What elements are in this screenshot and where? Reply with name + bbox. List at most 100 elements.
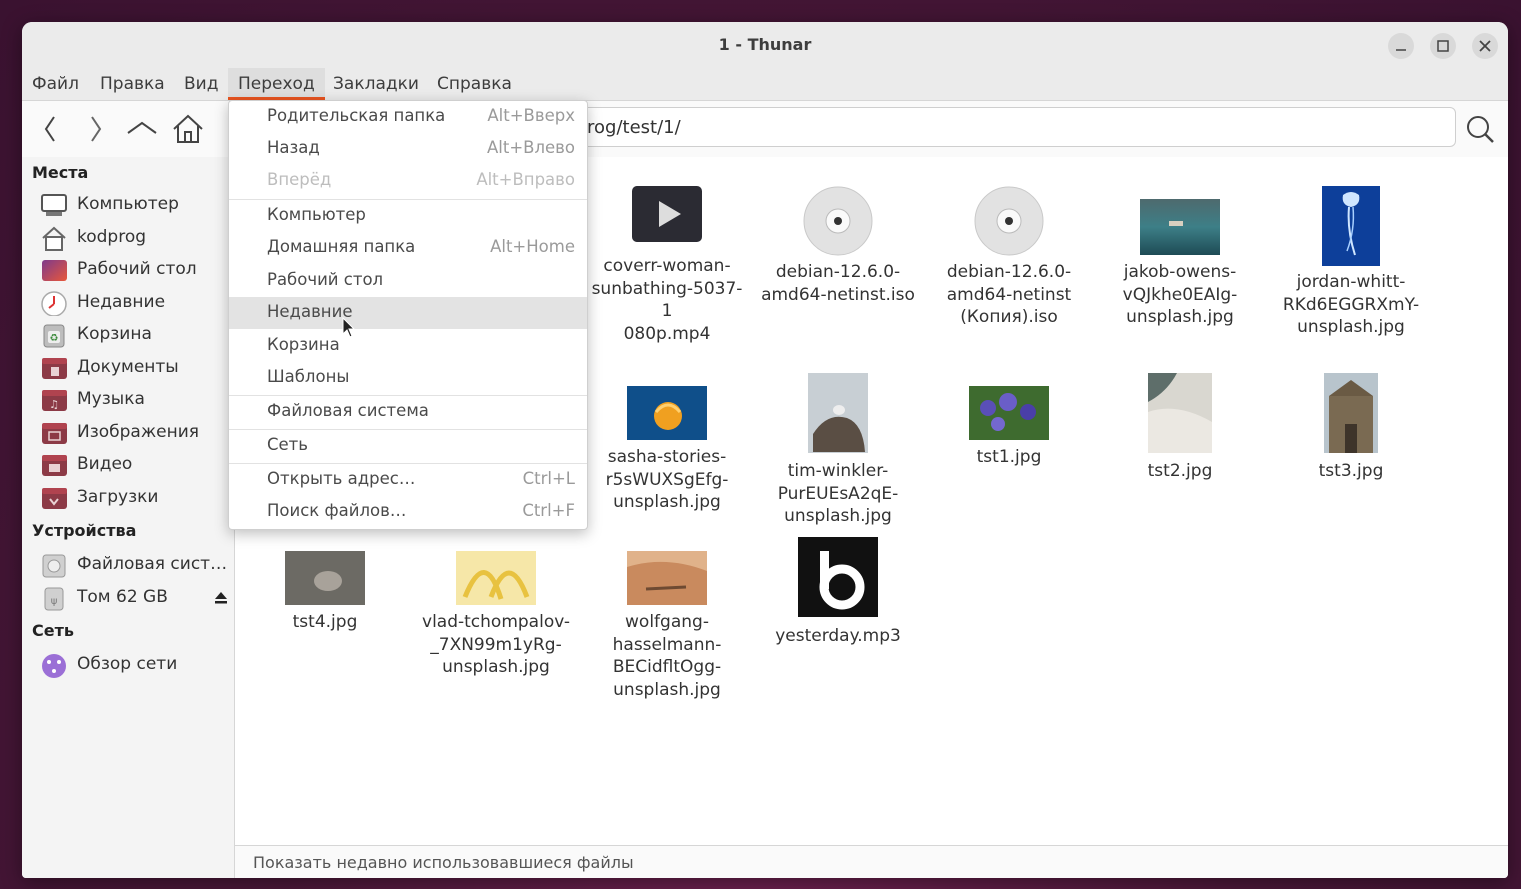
sidebar-item-label: Недавние <box>77 292 166 312</box>
menu-item-find-files[interactable]: Поиск файлов… Ctrl+F <box>229 496 587 528</box>
sidebar-item-pictures[interactable]: Изображения <box>40 418 235 448</box>
file-name: yesterday.mp3 <box>775 626 901 646</box>
file-name: coverr-woman-sunbathing-5037-1 080p.mp4 <box>591 256 743 344</box>
menu-item-filesystem[interactable]: Файловая система <box>229 396 587 428</box>
menu-item-desktop[interactable]: Рабочий стол <box>229 265 587 297</box>
file-name: tst2.jpg <box>1147 461 1213 481</box>
svg-text:ψ: ψ <box>51 596 58 607</box>
search-button[interactable] <box>1460 109 1500 149</box>
image-thumbnail-icon <box>808 373 868 453</box>
sidebar-item-network[interactable]: Обзор сети <box>40 650 235 680</box>
menu-file[interactable]: Файл <box>32 68 79 100</box>
home-button[interactable] <box>168 109 208 149</box>
title-bar[interactable]: 1 - Thunar <box>22 22 1508 68</box>
sidebar-item-computer[interactable]: Компьютер <box>40 190 235 220</box>
file-item[interactable]: tim-winkler- PurEUEsA2qE-unsplash.jpg <box>758 372 918 528</box>
disc-image-icon <box>974 186 1044 256</box>
places-header: Места <box>32 163 89 182</box>
pictures-folder-icon <box>42 423 67 444</box>
image-thumbnail-icon <box>1322 186 1380 266</box>
file-item[interactable]: debian-12.6.0- amd64-netinst (Копия).iso <box>929 185 1089 329</box>
menu-view[interactable]: Вид <box>184 68 218 100</box>
menu-item-recent[interactable]: Недавние <box>229 297 587 329</box>
file-item[interactable]: tst2.jpg <box>1100 372 1260 483</box>
file-name: jakob-owens-vQJkhe0EAIg-unsplash.jpg <box>1122 262 1238 327</box>
menu-item-open-location[interactable]: Открыть адрес… Ctrl+L <box>229 464 587 496</box>
file-item[interactable]: jakob-owens-vQJkhe0EAIg-unsplash.jpg <box>1100 185 1260 329</box>
sidebar-item-downloads[interactable]: Загрузки <box>40 483 235 513</box>
sidebar-item-videos[interactable]: Видео <box>40 450 235 480</box>
sidebar-item-music[interactable]: ♫ Музыка <box>40 385 235 415</box>
sidebar-item-label: Загрузки <box>77 487 159 507</box>
minimize-button[interactable] <box>1388 33 1414 59</box>
recent-clock-icon <box>41 291 67 316</box>
menu-item-templates[interactable]: Шаблоны <box>229 362 587 394</box>
minimize-icon <box>1396 49 1406 51</box>
sidebar-item-recent[interactable]: Недавние <box>40 288 235 318</box>
menu-go[interactable]: Переход <box>228 68 325 100</box>
file-item[interactable]: sasha-stories-r5sWUXSgEfg-unsplash.jpg <box>587 372 747 514</box>
sidebar-item-home[interactable]: kodprog <box>40 223 235 253</box>
menu-item-network[interactable]: Сеть <box>229 430 587 462</box>
close-icon <box>1479 40 1491 52</box>
file-name: debian-12.6.0- amd64-netinst.iso <box>761 262 915 305</box>
devices-header: Устройства <box>32 521 137 540</box>
menu-item-forward: Вперёд Alt+Вправо <box>267 170 575 189</box>
network-icon <box>42 654 66 678</box>
menu-item-computer[interactable]: Компьютер <box>229 200 587 232</box>
image-thumbnail-icon <box>969 386 1049 440</box>
close-button[interactable] <box>1472 33 1498 59</box>
maximize-icon <box>1437 40 1449 52</box>
file-name: debian-12.6.0- amd64-netinst (Копия).iso <box>946 262 1072 327</box>
location-bar[interactable]: rog/test/1/ <box>556 107 1456 147</box>
sidebar-item-label: Рабочий стол <box>77 259 197 279</box>
status-text: Показать недавно использовавшиеся файлы <box>253 853 634 872</box>
file-item[interactable]: debian-12.6.0- amd64-netinst.iso <box>758 185 918 306</box>
menu-help[interactable]: Справка <box>437 68 512 100</box>
file-name: tst4.jpg <box>292 612 358 632</box>
sidebar-item-desktop[interactable]: Рабочий стол <box>40 255 235 285</box>
up-button[interactable] <box>122 109 162 149</box>
image-thumbnail-icon <box>1140 199 1220 255</box>
forward-button[interactable] <box>76 109 116 149</box>
maximize-button[interactable] <box>1430 33 1456 59</box>
file-name: jordan-whitt- RKd6EGGRXmY-unsplash.jpg <box>1282 272 1420 337</box>
trash-icon: ♻ <box>43 324 65 348</box>
sidebar-item-label: Том 62 GB <box>77 587 168 607</box>
sidebar-item-volume[interactable]: ψ Том 62 GB <box>40 583 235 613</box>
image-thumbnail-icon <box>456 551 536 605</box>
menu-bar: Файл Правка Вид Переход Закладки Справка <box>22 68 1508 101</box>
menu-edit[interactable]: Правка <box>100 68 165 100</box>
network-header: Сеть <box>32 621 74 640</box>
back-button[interactable] <box>30 109 70 149</box>
sidebar-item-trash[interactable]: ♻ Корзина <box>40 320 235 350</box>
menu-item-back[interactable]: Назад Alt+Влево <box>229 133 587 165</box>
location-text: rog/test/1/ <box>587 117 681 138</box>
menu-item-parent-folder[interactable]: Родительская папка Alt+Вверх <box>229 101 587 133</box>
sidebar-item-documents[interactable]: Документы <box>40 353 235 383</box>
svg-text:♫: ♫ <box>49 398 59 411</box>
home-icon <box>173 114 203 143</box>
documents-folder-icon <box>42 358 67 379</box>
menu-item-trash[interactable]: Корзина <box>229 330 587 362</box>
sidebar-item-filesystem[interactable]: Файловая сист… <box>40 550 235 580</box>
file-item[interactable]: tst1.jpg <box>929 372 1089 469</box>
menu-item-home[interactable]: Домашняя папка Alt+Home <box>229 232 587 264</box>
status-bar: Показать недавно использовавшиеся файлы <box>235 845 1508 878</box>
video-file-icon <box>632 186 702 242</box>
videos-folder-icon <box>42 455 67 476</box>
music-folder-icon: ♫ <box>42 390 67 411</box>
sidebar-item-label: Файловая сист… <box>77 554 228 574</box>
file-item[interactable]: vlad-tchompalov- _7XN99m1yRg-unsplash.jpg <box>416 537 576 679</box>
file-item[interactable]: tst4.jpg <box>245 537 405 634</box>
file-item[interactable]: coverr-woman-sunbathing-5037-1 080p.mp4 <box>587 185 747 345</box>
file-item[interactable]: yesterday.mp3 <box>758 537 918 648</box>
file-item[interactable]: wolfgang-hasselmann- BECidfltOgg-unsplash… <box>587 537 747 701</box>
image-thumbnail-icon <box>285 551 365 605</box>
file-item[interactable]: jordan-whitt- RKd6EGGRXmY-unsplash.jpg <box>1271 185 1431 339</box>
menu-bookmarks[interactable]: Закладки <box>333 68 419 100</box>
chevron-up-icon <box>127 121 157 134</box>
eject-icon[interactable] <box>214 591 228 605</box>
image-thumbnail-icon <box>1324 373 1378 453</box>
file-item[interactable]: tst3.jpg <box>1271 372 1431 483</box>
